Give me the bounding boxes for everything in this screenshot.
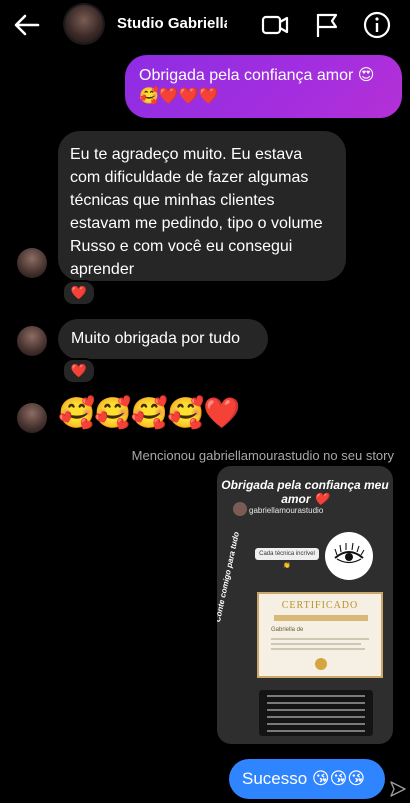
chat-header: Studio Gabriellæ xyxy=(0,0,410,50)
info-icon[interactable] xyxy=(362,10,392,40)
sender-avatar[interactable] xyxy=(17,248,47,278)
contact-avatar[interactable] xyxy=(65,5,103,43)
sent-message[interactable]: Obrigada pela confiança amor 😍🥰❤️❤️❤️ xyxy=(125,55,402,118)
certificate-title: CERTIFICADO xyxy=(281,600,359,611)
video-call-icon[interactable] xyxy=(260,10,290,40)
received-message[interactable]: Eu te agradeço muito. Eu estava com difi… xyxy=(58,131,346,281)
heart-reaction[interactable]: ❤️ xyxy=(62,280,96,306)
certificate-text-line xyxy=(271,638,369,640)
certificate-name: Gabriella de xyxy=(271,627,304,633)
sent-message[interactable]: Sucesso 😘😘😘 xyxy=(229,759,385,799)
eyelash-logo-icon xyxy=(325,532,373,580)
story-caption-chip: Cada técnica incrível 👏 xyxy=(255,548,319,569)
certificate-text-line xyxy=(271,648,365,650)
certificate-text-line xyxy=(271,643,361,645)
back-arrow-icon[interactable] xyxy=(12,10,42,40)
story-user-avatar xyxy=(233,502,247,516)
flag-icon[interactable] xyxy=(312,10,342,40)
sender-avatar[interactable] xyxy=(17,403,47,433)
contact-name[interactable]: Studio Gabriellæ xyxy=(117,15,227,32)
story-title: Obrigada pela confiança meu amor ❤️ xyxy=(221,478,389,506)
story-text-block xyxy=(259,690,373,736)
story-username: gabriellamourastudio xyxy=(249,506,324,515)
story-mention-note: Mencionou gabriellamourastudio no seu st… xyxy=(131,448,394,463)
certificate-subtitle-bar xyxy=(274,615,368,621)
send-icon[interactable] xyxy=(389,780,407,798)
story-side-text: Conte comigo para tudo xyxy=(217,531,241,623)
received-message[interactable]: Muito obrigada por tudo xyxy=(58,319,268,359)
emoji-message[interactable]: 🥰🥰🥰🥰❤️ xyxy=(58,396,241,431)
sender-avatar[interactable] xyxy=(17,326,47,356)
story-mention-card[interactable]: Obrigada pela confiança meu amor ❤️ gabr… xyxy=(217,466,393,744)
heart-reaction[interactable]: ❤️ xyxy=(62,358,96,384)
certificate-image: CERTIFICADO Gabriella de xyxy=(257,592,383,678)
certificate-seal-icon xyxy=(315,658,327,670)
